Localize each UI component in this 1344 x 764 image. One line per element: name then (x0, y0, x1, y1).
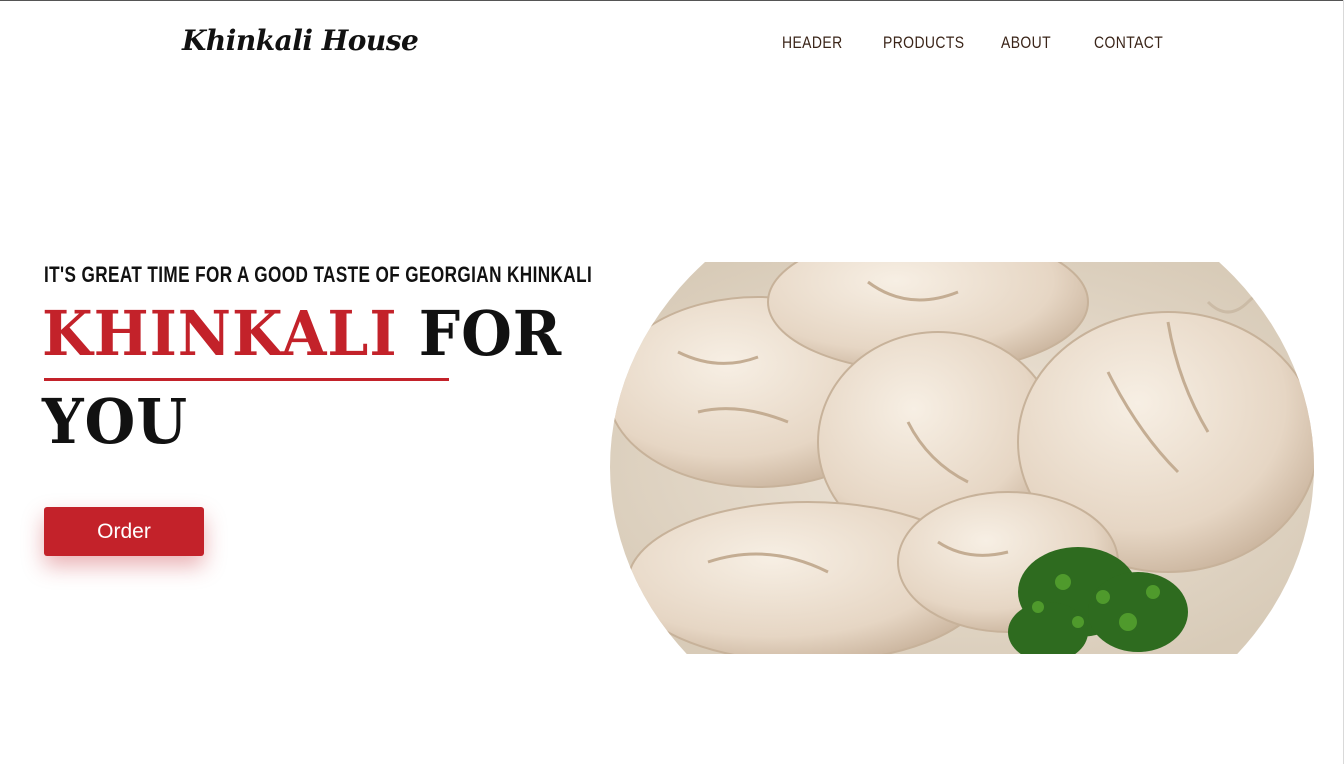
hero-headline-accent: KHINKALI (42, 297, 398, 370)
nav-link-header[interactable]: HEADER (782, 33, 843, 53)
order-button[interactable]: Order (44, 507, 204, 556)
hero-tagline: IT'S GREAT TIME FOR A GOOD TASTE OF GEOR… (44, 262, 593, 287)
nav-link-about[interactable]: ABOUT (1001, 33, 1051, 53)
site-logo[interactable]: Khinkali House (182, 24, 419, 57)
hero-headline-underline (44, 378, 449, 381)
khinkali-photo (608, 262, 1316, 654)
nav-link-products[interactable]: PRODUCTS (883, 33, 965, 53)
hero-headline-line-1: KHINKALI FOR (42, 296, 562, 372)
khinkali-illustration (610, 262, 1314, 654)
window-top-border (0, 0, 1344, 1)
nav-link-contact[interactable]: CONTACT (1094, 33, 1163, 53)
hero-headline-line-2: YOU (42, 385, 189, 458)
hero-headline-rest: FOR (418, 297, 563, 370)
